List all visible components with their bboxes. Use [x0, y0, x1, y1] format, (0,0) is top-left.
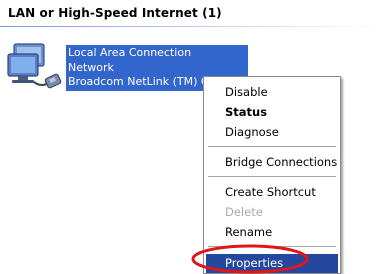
context-menu: Disable Status Diagnose Bridge Connectio…	[203, 76, 341, 274]
menu-separator	[208, 176, 336, 177]
menu-separator	[208, 246, 336, 247]
group-divider	[0, 26, 382, 27]
connection-name: Local Area Connection	[68, 46, 192, 59]
menu-item-diagnose[interactable]: Diagnose	[206, 123, 338, 142]
menu-separator	[208, 146, 336, 147]
network-connections-window: LAN or High-Speed Internet (1) Local Are…	[0, 0, 382, 274]
menu-item-bridge-connections[interactable]: Bridge Connections	[206, 153, 338, 172]
menu-item-properties[interactable]: Properties	[206, 254, 338, 273]
menu-item-status[interactable]: Status	[206, 103, 338, 122]
menu-item-rename[interactable]: Rename	[206, 223, 338, 242]
network-connection-icon[interactable]	[6, 40, 66, 98]
menu-item-create-shortcut[interactable]: Create Shortcut	[206, 183, 338, 202]
menu-item-delete: Delete	[225, 205, 263, 219]
menu-item-disable[interactable]: Disable	[206, 83, 338, 102]
group-header: LAN or High-Speed Internet (1)	[8, 6, 222, 20]
connection-type: Network	[68, 60, 114, 74]
